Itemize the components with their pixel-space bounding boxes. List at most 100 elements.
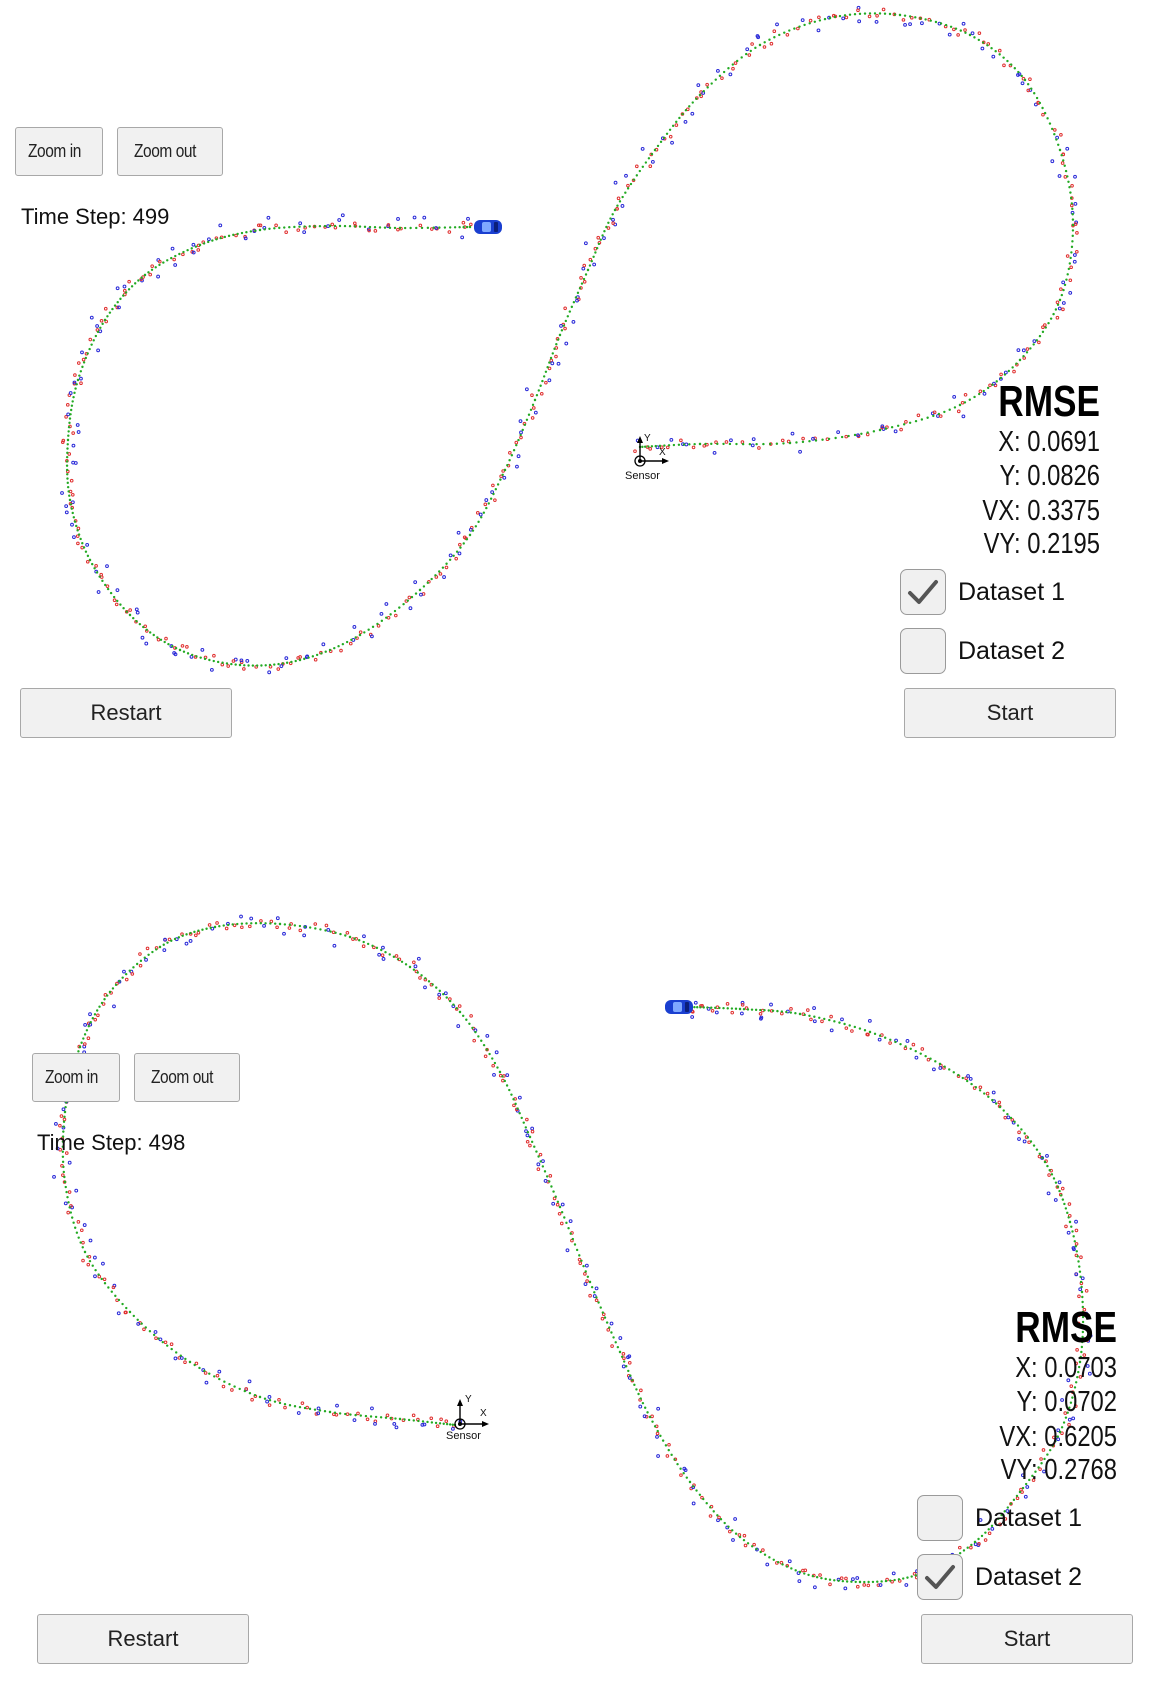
lidar-measurement [493,498,497,502]
radar-measurement [843,1586,848,1591]
estimate-marker [66,447,69,450]
estimate-marker [508,1088,511,1092]
time-step-label: Time Step: 498 [37,1130,186,1155]
estimate-marker [768,442,772,446]
dataset-2-checkbox[interactable] [900,628,946,674]
lidar-measurement [385,1413,390,1418]
estimate-marker [236,232,239,236]
dataset-2-checkbox[interactable] [917,1554,963,1600]
lidar-measurement [862,1583,867,1587]
estimate-marker [503,1079,507,1083]
estimate-marker [452,554,455,557]
estimate-marker [959,29,962,32]
estimate-marker [1032,343,1035,346]
restart-button[interactable]: Restart [20,688,232,738]
estimate-marker [667,444,671,447]
zoom-in-button[interactable]: Zoom in [32,1053,120,1102]
estimate-marker [448,226,452,229]
radar-measurement [1078,1287,1083,1292]
estimate-marker [539,384,542,387]
estimate-marker [1011,366,1014,369]
estimate-marker [140,1322,143,1325]
lidar-measurement [1037,1154,1042,1159]
estimate-marker [349,1413,352,1416]
lidar-measurement [720,76,724,80]
radar-measurement [392,1422,397,1426]
estimate-marker [477,1035,480,1038]
estimate-marker [247,664,250,667]
estimate-marker [128,969,131,972]
estimate-marker [324,650,327,653]
estimate-marker [248,1391,252,1395]
estimate-marker [736,59,739,63]
radar-measurement [72,535,76,539]
radar-measurement [961,21,966,26]
zoom-in-button[interactable]: Zoom in [15,127,103,176]
estimate-marker [1073,1240,1076,1243]
lidar-measurement [538,1152,543,1157]
zoom-out-button[interactable]: Zoom out [117,127,223,176]
estimate-marker [902,1577,905,1580]
estimate-marker [750,1545,754,1548]
radar-measurement [265,1399,270,1404]
radar-measurement [384,602,389,606]
estimate-marker [853,13,857,16]
estimate-marker [588,1280,592,1284]
estimate-marker [175,1351,178,1354]
estimate-marker [118,980,121,983]
estimate-marker [565,1221,568,1225]
estimate-marker [693,442,696,446]
sensor-y-axis-label: Y [465,1394,472,1405]
start-button[interactable]: Start [921,1614,1133,1664]
estimate-marker [1048,1169,1051,1172]
lidar-measurement [76,1220,81,1224]
radar-measurement [275,916,280,921]
lidar-measurement [600,1316,605,1321]
estimate-marker [541,1165,545,1168]
lidar-measurement [639,1388,643,1393]
lidar-measurement [181,252,185,257]
start-button[interactable]: Start [904,688,1116,738]
estimate-marker [1025,351,1029,354]
dataset-1-checkbox[interactable] [900,569,946,615]
estimate-marker [688,1480,692,1484]
estimate-marker [1035,339,1039,342]
estimate-marker [949,25,953,28]
estimate-marker [74,387,77,390]
dataset-1-checkbox[interactable] [917,1495,963,1541]
estimate-marker [574,296,578,299]
estimate-marker [1013,67,1017,70]
restart-button[interactable]: Restart [37,1614,249,1664]
estimate-marker [523,423,527,427]
estimate-marker [621,195,624,199]
estimate-marker [929,19,932,22]
radar-measurement [156,274,160,279]
estimate-marker [977,1537,980,1541]
estimate-marker [537,1155,540,1158]
estimate-marker [629,1374,632,1377]
radar-measurement [525,1133,530,1138]
lidar-measurement [1026,88,1031,93]
zoom-out-button[interactable]: Zoom out [134,1053,240,1102]
estimate-marker [762,442,765,446]
lidar-measurement [1074,1242,1079,1246]
estimate-marker [767,1009,770,1012]
estimate-marker [847,434,850,438]
lidar-measurement [743,1543,748,1548]
estimate-marker [358,633,362,637]
estimate-marker [986,44,989,47]
estimate-marker [563,1216,566,1219]
radar-measurement [352,625,357,629]
estimate-marker [492,492,495,496]
estimate-marker [139,959,143,963]
estimate-marker [186,248,189,252]
estimate-marker [82,546,86,549]
estimate-marker [512,449,516,452]
estimate-marker [506,463,509,467]
lidar-measurement [1079,1255,1083,1260]
radar-measurement [716,1518,720,1523]
lidar-measurement [844,434,848,439]
arrow-right-icon [662,458,669,464]
lidar-measurement [563,306,567,311]
estimate-marker [980,1534,984,1538]
